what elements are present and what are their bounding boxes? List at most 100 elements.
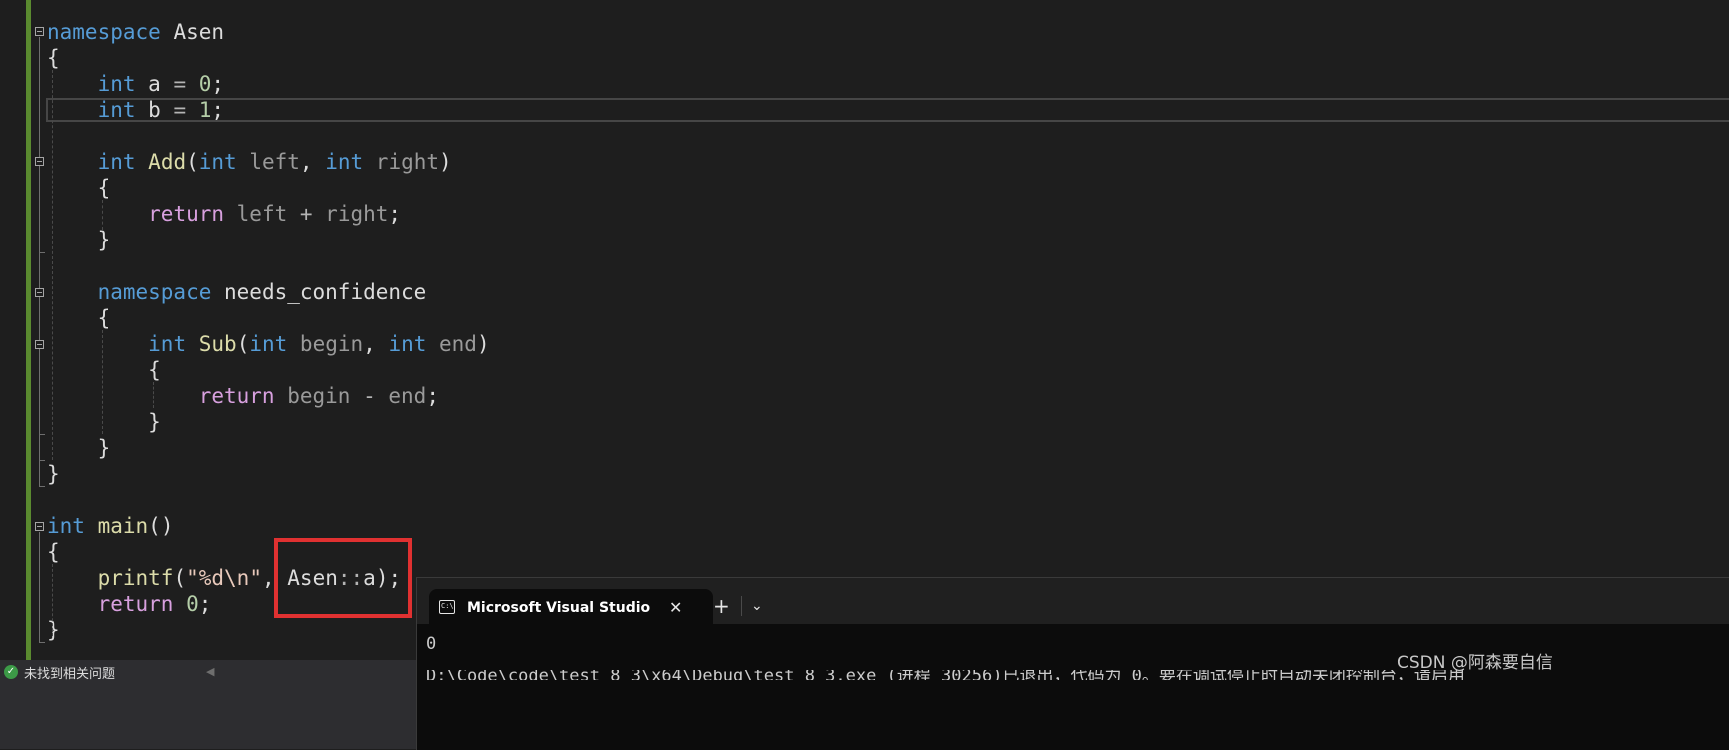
indent-guide (52, 70, 53, 460)
code-token: return (97, 592, 174, 616)
code-line[interactable]: } (47, 616, 60, 644)
code-token: ( (186, 150, 199, 174)
code-token: int (97, 150, 136, 174)
terminal-tab-bar: Microsoft Visual Studio 调试控制台 ✕ + ⌄ (417, 578, 1729, 625)
code-line[interactable]: { (47, 44, 60, 72)
code-line[interactable]: { (47, 304, 111, 332)
fold-guide-end (39, 642, 45, 643)
code-token: left (224, 202, 300, 226)
close-tab-icon[interactable]: ✕ (669, 598, 682, 617)
code-token: left (236, 150, 300, 174)
indent-guide (52, 564, 53, 636)
code-token: ; (211, 98, 225, 122)
code-token: int (97, 98, 136, 122)
code-token: right (363, 150, 440, 174)
code-token: int (198, 150, 237, 174)
code-token: 0 (186, 592, 199, 616)
fold-namespace-needs-confidence-icon[interactable] (35, 288, 44, 297)
command-prompt-icon (439, 600, 455, 614)
code-line[interactable]: int a = 0; (47, 70, 225, 98)
code-line[interactable]: { (47, 356, 161, 384)
code-token: \n (224, 566, 250, 590)
fold-guide-end (39, 486, 45, 487)
code-token: Add (148, 150, 187, 174)
terminal-tab[interactable]: Microsoft Visual Studio 调试控制台 ✕ (429, 589, 713, 625)
indent-guide (102, 330, 103, 434)
code-token: printf (97, 566, 174, 590)
code-token: int (47, 514, 85, 538)
code-token: ) (439, 150, 452, 174)
new-tab-icon[interactable]: + (713, 594, 730, 618)
fold-function-add-icon[interactable] (35, 157, 44, 166)
fold-function-sub-icon[interactable] (35, 340, 44, 349)
terminal-output: 0 (426, 634, 437, 654)
code-token: int (249, 332, 288, 356)
fold-guide-line (39, 37, 40, 486)
code-token: end (375, 384, 427, 408)
code-token: namespace (97, 280, 212, 304)
check-circle-icon: ✓ (4, 665, 18, 679)
code-line[interactable]: } (47, 226, 111, 254)
chevron-down-icon[interactable]: ⌄ (751, 594, 763, 618)
code-token: end (426, 332, 477, 356)
code-token: ; (426, 384, 439, 408)
terminal-tab-title: Microsoft Visual Studio 调试控制台 (467, 600, 653, 616)
code-token: int (97, 72, 136, 96)
code-token: int (148, 332, 187, 356)
current-line-highlight (46, 98, 1729, 122)
code-line[interactable]: return left + right; (47, 200, 401, 228)
code-token: b (135, 98, 174, 122)
code-line[interactable]: } (47, 434, 111, 462)
code-token: return (198, 384, 275, 408)
indent-guide (102, 200, 103, 230)
code-line[interactable]: { (47, 174, 111, 202)
code-line[interactable]: int Add(int left, int right) (47, 148, 452, 176)
code-line[interactable]: namespace needs_confidence (47, 278, 427, 306)
code-line[interactable]: } (47, 408, 161, 436)
code-token: ( (236, 332, 250, 356)
code-token: = (173, 72, 187, 96)
fold-guide-end (39, 252, 45, 253)
code-token: } (47, 462, 60, 486)
code-token: , (299, 150, 326, 174)
code-token: main (97, 514, 149, 538)
code-line[interactable]: { (47, 538, 60, 566)
code-token: ) (476, 332, 490, 356)
code-token: - (363, 384, 376, 408)
code-line[interactable]: } (47, 460, 60, 488)
code-token: begin (287, 332, 364, 356)
code-line[interactable]: int b = 1; (47, 96, 225, 124)
code-token: + (299, 202, 313, 226)
code-line[interactable]: return begin - end; (47, 382, 439, 410)
code-token: ; (198, 592, 212, 616)
issues-indicator[interactable]: ✓ 未找到相关问题 (4, 664, 115, 682)
code-line[interactable]: return 0; (47, 590, 212, 618)
code-token: a (135, 72, 174, 96)
code-token: right (312, 202, 389, 226)
scroll-left-arrow-icon[interactable]: ◀ (206, 665, 214, 678)
tab-divider (741, 596, 742, 616)
code-token: } (47, 410, 161, 434)
code-token: { (47, 176, 111, 200)
code-token: { (47, 540, 60, 564)
code-line[interactable]: int main() (47, 512, 173, 540)
fold-namespace-asen-icon[interactable] (35, 27, 44, 36)
code-line[interactable]: namespace Asen (47, 18, 224, 46)
code-line[interactable]: int Sub(int begin, int end) (47, 330, 490, 358)
code-token: begin (274, 384, 364, 408)
fold-function-main-icon[interactable] (35, 522, 44, 531)
code-token: { (47, 46, 60, 70)
